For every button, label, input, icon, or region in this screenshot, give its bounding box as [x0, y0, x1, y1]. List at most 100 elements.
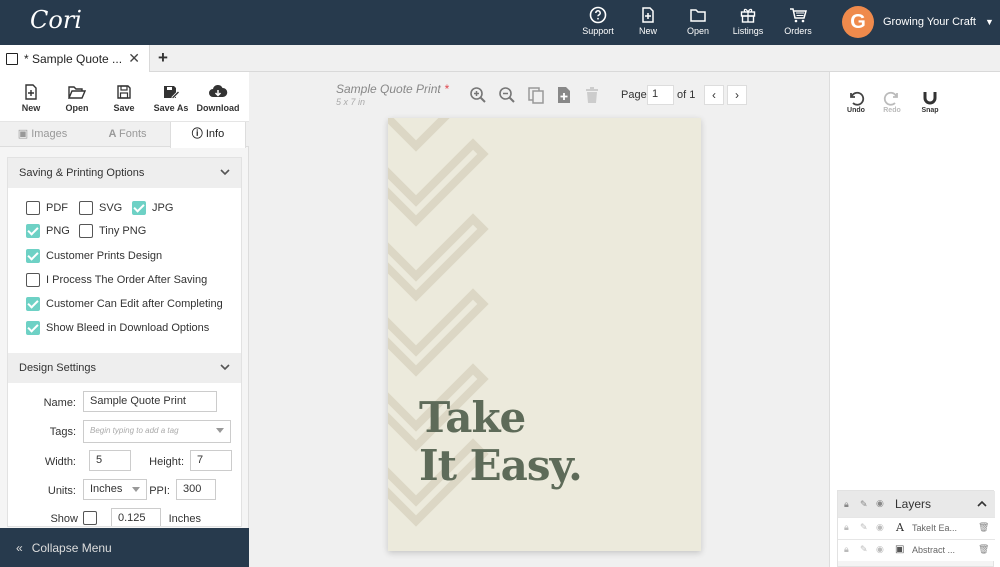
width-field[interactable]: 5	[89, 450, 131, 471]
document-title: Sample Quote Print *	[336, 82, 449, 96]
option-label: Customer Can Edit after Completing	[46, 298, 223, 310]
info-panel: Saving & Printing Options PDF SVG JPG PN…	[7, 157, 242, 527]
height-field[interactable]: 7	[190, 450, 232, 471]
add-page-icon[interactable]	[556, 86, 572, 104]
layers-panel: 🔒︎ ✎ ◉ Layers 🔒︎ ✎ ◉ A TakeIt Ea... 🗑︎ 🔒…	[837, 490, 995, 567]
page-number-input[interactable]: 1	[647, 85, 674, 105]
nav-listings[interactable]: Listings	[723, 6, 773, 36]
zoom-in-icon[interactable]	[469, 86, 487, 104]
app-logo[interactable]: Cori	[30, 6, 82, 34]
redo-label: Redo	[883, 107, 901, 114]
nav-new[interactable]: New	[623, 6, 673, 36]
pdf-checkbox[interactable]	[26, 201, 40, 215]
document-tab-title: * Sample Quote ...	[24, 51, 123, 66]
chevron-up-icon[interactable]	[977, 500, 987, 508]
open-button[interactable]: Open	[54, 84, 100, 113]
name-label: Name:	[43, 397, 76, 409]
redo-button[interactable]: Redo	[877, 90, 907, 114]
add-tab-button[interactable]: +	[158, 48, 168, 68]
tab-images[interactable]: ▣ Images	[0, 122, 85, 147]
asset-subtabs: ▣ Images A Fonts ⓘ Info	[0, 122, 249, 148]
ppi-field[interactable]: 300	[176, 479, 216, 500]
bleed-unit-label: Inches	[168, 513, 201, 525]
new-file-icon	[642, 7, 654, 23]
customer-edit-checkbox[interactable]	[26, 297, 40, 311]
undo-label: Undo	[847, 107, 865, 114]
name-field[interactable]: Sample Quote Print	[83, 391, 217, 412]
tags-label: Tags:	[49, 426, 76, 438]
saving-section-title: Saving & Printing Options	[19, 167, 145, 179]
close-tab-icon[interactable]: ✕	[128, 50, 140, 67]
chevron-down-icon	[220, 364, 230, 371]
option-label: JPG	[152, 202, 174, 214]
lock-icon[interactable]: 🔒︎	[844, 522, 849, 533]
png-checkbox[interactable]	[26, 224, 40, 238]
tags-input[interactable]: Begin typing to add a tag	[83, 420, 231, 443]
new-button[interactable]: New	[8, 84, 54, 113]
option-show-bleed-download[interactable]: Show Bleed in Download Options	[26, 321, 209, 335]
unsaved-marker: *	[444, 82, 449, 96]
jpg-checkbox[interactable]	[132, 201, 146, 215]
pencil-icon[interactable]: ✎	[860, 544, 868, 555]
option-customer-prints[interactable]: Customer Prints Design	[26, 249, 162, 263]
page-count: of 1	[677, 89, 696, 101]
eye-icon[interactable]: ◉	[876, 544, 884, 555]
option-pdf[interactable]: PDF	[26, 201, 68, 215]
customer-prints-checkbox[interactable]	[26, 249, 40, 263]
file-toolbar: New Open Save Save As Download	[0, 72, 249, 122]
trash-icon[interactable]: 🗑︎	[978, 522, 989, 533]
new-label: New	[21, 103, 41, 113]
next-page-button[interactable]: ›	[727, 85, 747, 105]
layer-row[interactable]: 🔒︎ ✎ ◉ A TakeIt Ea... 🗑︎	[838, 517, 995, 539]
design-artboard[interactable]: Take It Easy.	[388, 118, 701, 551]
quote-line-2: It Easy.	[419, 441, 583, 490]
option-tiny-png[interactable]: Tiny PNG	[79, 224, 146, 238]
quote-text[interactable]: Take It Easy.	[419, 394, 583, 490]
layer-row[interactable]: 🔒︎ ✎ ◉ ▣ Abstract ... 🗑︎	[838, 539, 995, 561]
bleed-field[interactable]: 0.125	[111, 508, 161, 526]
open-label: Open	[65, 103, 89, 113]
account-menu[interactable]: G Growing Your Craft ▼	[842, 6, 994, 38]
eye-icon[interactable]: ◉	[876, 522, 884, 533]
nav-orders-label: Orders	[784, 26, 812, 36]
save-as-button[interactable]: Save As	[148, 84, 194, 113]
caret-down-icon	[216, 428, 224, 433]
nav-support[interactable]: Support	[573, 6, 623, 36]
design-section-header[interactable]: Design Settings	[8, 353, 241, 383]
caret-down-icon: ▼	[984, 17, 994, 27]
document-tab[interactable]: * Sample Quote ... ✕	[0, 45, 150, 72]
undo-button[interactable]: Undo	[841, 90, 871, 114]
cart-icon	[790, 8, 807, 23]
document-title-text: Sample Quote Print	[336, 82, 441, 96]
tiny-png-checkbox[interactable]	[79, 224, 93, 238]
svg-checkbox[interactable]	[79, 201, 93, 215]
download-button[interactable]: Download	[195, 84, 241, 113]
zoom-out-icon[interactable]	[498, 86, 516, 104]
collapse-menu-button[interactable]: « Collapse Menu	[0, 528, 249, 567]
document-size: 5 x 7 in	[336, 97, 366, 107]
pencil-icon[interactable]: ✎	[860, 522, 868, 533]
option-png[interactable]: PNG	[26, 224, 70, 238]
lock-icon[interactable]: 🔒︎	[844, 544, 849, 555]
nav-open[interactable]: Open	[673, 6, 723, 36]
tab-fonts[interactable]: A Fonts	[85, 122, 170, 147]
save-button[interactable]: Save	[101, 84, 147, 113]
nav-orders[interactable]: Orders	[773, 6, 823, 36]
show-bleed-download-checkbox[interactable]	[26, 321, 40, 335]
show-bleed-checkbox[interactable]	[83, 511, 97, 525]
layers-header[interactable]: 🔒︎ ✎ ◉ Layers	[838, 491, 995, 517]
saving-section-header[interactable]: Saving & Printing Options	[8, 158, 241, 188]
trash-icon[interactable]	[584, 86, 600, 104]
prev-page-button[interactable]: ‹	[704, 85, 724, 105]
option-jpg[interactable]: JPG	[132, 201, 173, 215]
option-customer-edit[interactable]: Customer Can Edit after Completing	[26, 297, 223, 311]
option-process-order[interactable]: I Process The Order After Saving	[26, 273, 207, 287]
tab-info[interactable]: ⓘ Info	[170, 122, 246, 148]
option-svg[interactable]: SVG	[79, 201, 122, 215]
units-select[interactable]: Inches	[83, 479, 147, 500]
save-as-label: Save As	[153, 103, 189, 113]
trash-icon[interactable]: 🗑︎	[978, 544, 989, 555]
snap-button[interactable]: Snap	[915, 90, 945, 114]
process-order-checkbox[interactable]	[26, 273, 40, 287]
duplicate-page-icon[interactable]	[527, 86, 545, 104]
